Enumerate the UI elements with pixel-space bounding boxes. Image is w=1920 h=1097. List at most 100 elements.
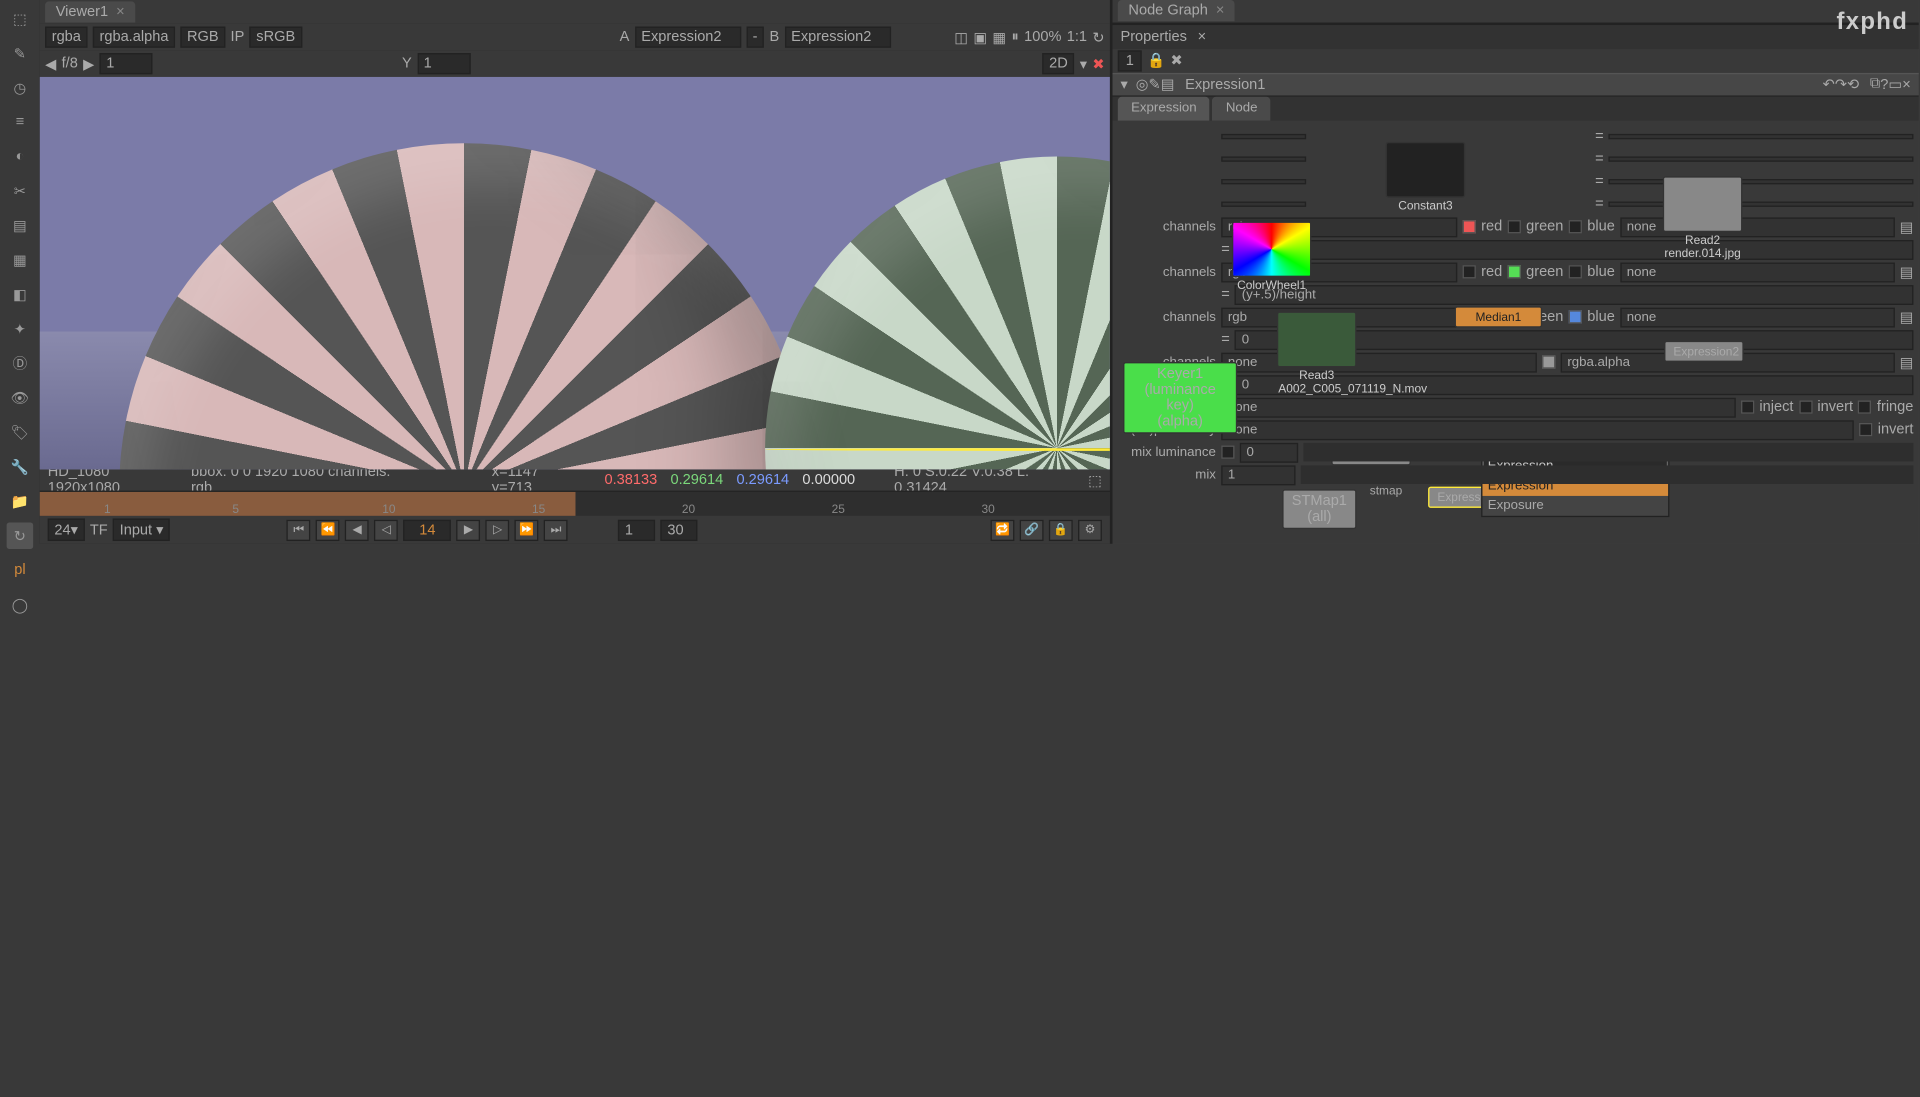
- range-end[interactable]: 30: [661, 519, 698, 540]
- node-read3[interactable]: Read3A002_C005_071119_N.mov: [1277, 312, 1357, 368]
- sync-button[interactable]: 🔗: [1020, 519, 1044, 540]
- close-icon[interactable]: ×: [1216, 3, 1225, 19]
- b-input-select[interactable]: Expression2: [784, 27, 890, 48]
- node-keyer1[interactable]: Keyer1 (luminance key)(alpha): [1123, 362, 1237, 434]
- tool-grid[interactable]: ▦: [7, 247, 34, 274]
- tool-clock[interactable]: ◷: [7, 74, 34, 101]
- node-read2[interactable]: Read2render.014.jpg: [1663, 176, 1743, 232]
- channels-select-4[interactable]: none: [1221, 353, 1537, 373]
- pixel-ratio[interactable]: 1:1: [1067, 29, 1087, 45]
- expr-field-1[interactable]: (x+.5)/width: [1235, 240, 1913, 260]
- node-search-menu[interactable]: Expression Exposure: [1481, 455, 1669, 517]
- colorspace-select[interactable]: sRGB: [250, 27, 302, 48]
- props-count[interactable]: 1: [1118, 50, 1142, 71]
- node-median1[interactable]: Median1: [1455, 306, 1543, 327]
- help-icon[interactable]: ?: [1880, 77, 1888, 93]
- last-frame-button[interactable]: ⏭: [544, 519, 568, 540]
- tool-d[interactable]: Ⓓ: [7, 350, 34, 377]
- mixlum-value[interactable]: 0: [1240, 443, 1298, 463]
- lock-icon[interactable]: 🔒: [1147, 52, 1165, 69]
- var-val-4[interactable]: [1609, 202, 1913, 207]
- input-select[interactable]: Input ▾: [113, 518, 170, 541]
- tab-expression[interactable]: Expression: [1118, 97, 1210, 121]
- tool-brush[interactable]: ✎: [7, 40, 34, 67]
- play-fwd-button[interactable]: ▶: [457, 519, 481, 540]
- mixlum-slider[interactable]: [1303, 443, 1913, 462]
- min-icon[interactable]: ▭: [1888, 76, 1902, 93]
- red-checkbox[interactable]: [1463, 221, 1476, 234]
- tool-refresh[interactable]: ↻: [7, 522, 34, 549]
- var-val-2[interactable]: [1609, 157, 1913, 162]
- sample-icon[interactable]: ⬚: [1088, 471, 1102, 488]
- first-frame-button[interactable]: ⏮: [287, 519, 311, 540]
- mixlum-x[interactable]: [1221, 446, 1234, 459]
- menu-icon[interactable]: ▤: [1900, 354, 1914, 371]
- revert-icon[interactable]: ⟲: [1847, 76, 1859, 93]
- var-val-3[interactable]: [1609, 180, 1913, 185]
- timeline-ruler[interactable]: 1 5 10 15 20 25 30: [40, 492, 1110, 516]
- prev-frame-button[interactable]: ◀: [345, 519, 369, 540]
- red-checkbox[interactable]: [1463, 266, 1476, 279]
- node-center-icon[interactable]: ◎: [1136, 76, 1149, 93]
- next-icon[interactable]: ▶: [83, 55, 94, 72]
- red-x-icon[interactable]: ✖: [1092, 55, 1104, 72]
- tool-sphere[interactable]: ◐: [7, 143, 34, 170]
- expr-field-2[interactable]: (y+.5)/height: [1235, 285, 1913, 305]
- inject-checkbox[interactable]: [1741, 401, 1754, 414]
- play-back-button[interactable]: ◁: [374, 519, 398, 540]
- float-icon[interactable]: ⧉: [1870, 76, 1880, 93]
- tool-wrench[interactable]: 🔧: [7, 453, 34, 480]
- rgb-select[interactable]: RGB: [180, 27, 225, 48]
- undo-icon[interactable]: ↶: [1823, 76, 1835, 93]
- extra-channel-3[interactable]: none: [1620, 308, 1894, 328]
- fstop-value[interactable]: 1: [100, 53, 153, 74]
- refresh-icon[interactable]: ↻: [1092, 29, 1104, 46]
- tool-tag[interactable]: 🏷: [7, 419, 34, 446]
- clear-icon[interactable]: ✖: [1170, 52, 1182, 69]
- settings-button[interactable]: ⚙: [1078, 519, 1102, 540]
- var-name-1[interactable]: [1221, 135, 1306, 140]
- invert-checkbox[interactable]: [1799, 401, 1812, 414]
- var-name-4[interactable]: [1221, 202, 1306, 207]
- a-input-select[interactable]: Expression2: [635, 27, 741, 48]
- prev-icon[interactable]: ◀: [45, 55, 56, 72]
- viewer-mode[interactable]: 2D: [1042, 53, 1074, 74]
- green-checkbox[interactable]: [1508, 266, 1521, 279]
- proxy-icon[interactable]: ▦: [992, 29, 1006, 46]
- channel-select-1[interactable]: rgba: [45, 27, 87, 48]
- invert-checkbox-2[interactable]: [1859, 424, 1872, 437]
- node-constant3[interactable]: Constant3: [1386, 142, 1466, 198]
- lock-button[interactable]: 🔒: [1049, 519, 1073, 540]
- tool-cube[interactable]: ◧: [7, 281, 34, 308]
- tool-eye[interactable]: 👁: [7, 385, 34, 412]
- y-value[interactable]: 1: [417, 53, 470, 74]
- playhead-range[interactable]: [40, 492, 575, 516]
- extra-channel-2[interactable]: none: [1620, 262, 1894, 282]
- tool-knife[interactable]: ✂: [7, 178, 34, 205]
- range-start[interactable]: 1: [618, 519, 655, 540]
- menu-item-exposure[interactable]: Exposure: [1482, 496, 1668, 516]
- extra-channel-1[interactable]: none: [1620, 217, 1894, 237]
- tool-circle[interactable]: ◯: [7, 591, 34, 618]
- viewer-tab[interactable]: Viewer1×: [45, 1, 135, 22]
- viewport[interactable]: [40, 77, 1110, 469]
- blue-checkbox[interactable]: [1569, 266, 1582, 279]
- blue-checkbox[interactable]: [1569, 311, 1582, 324]
- tool-spark[interactable]: ✦: [7, 316, 34, 343]
- loop-button[interactable]: 🔁: [991, 519, 1015, 540]
- unpremult-select[interactable]: none: [1221, 420, 1854, 440]
- tool-lines[interactable]: ≡: [7, 109, 34, 136]
- node-icon[interactable]: ▤: [1161, 76, 1175, 93]
- node-colorwheel1[interactable]: ColorWheel1: [1232, 221, 1312, 277]
- expand-icon[interactable]: ▾: [1120, 76, 1127, 93]
- tool-layers[interactable]: ▤: [7, 212, 34, 239]
- roi-icon[interactable]: ▣: [973, 29, 987, 46]
- menu-icon[interactable]: ▤: [1900, 264, 1914, 281]
- fringe-checkbox[interactable]: [1858, 401, 1871, 414]
- close-props-icon[interactable]: ×: [1902, 77, 1911, 93]
- clip-icon[interactable]: ◫: [954, 29, 968, 46]
- mix-value[interactable]: 1: [1221, 465, 1295, 485]
- wipe-select[interactable]: -: [746, 27, 764, 48]
- redo-icon[interactable]: ↷: [1835, 76, 1847, 93]
- tool-select[interactable]: ⬚: [7, 5, 34, 32]
